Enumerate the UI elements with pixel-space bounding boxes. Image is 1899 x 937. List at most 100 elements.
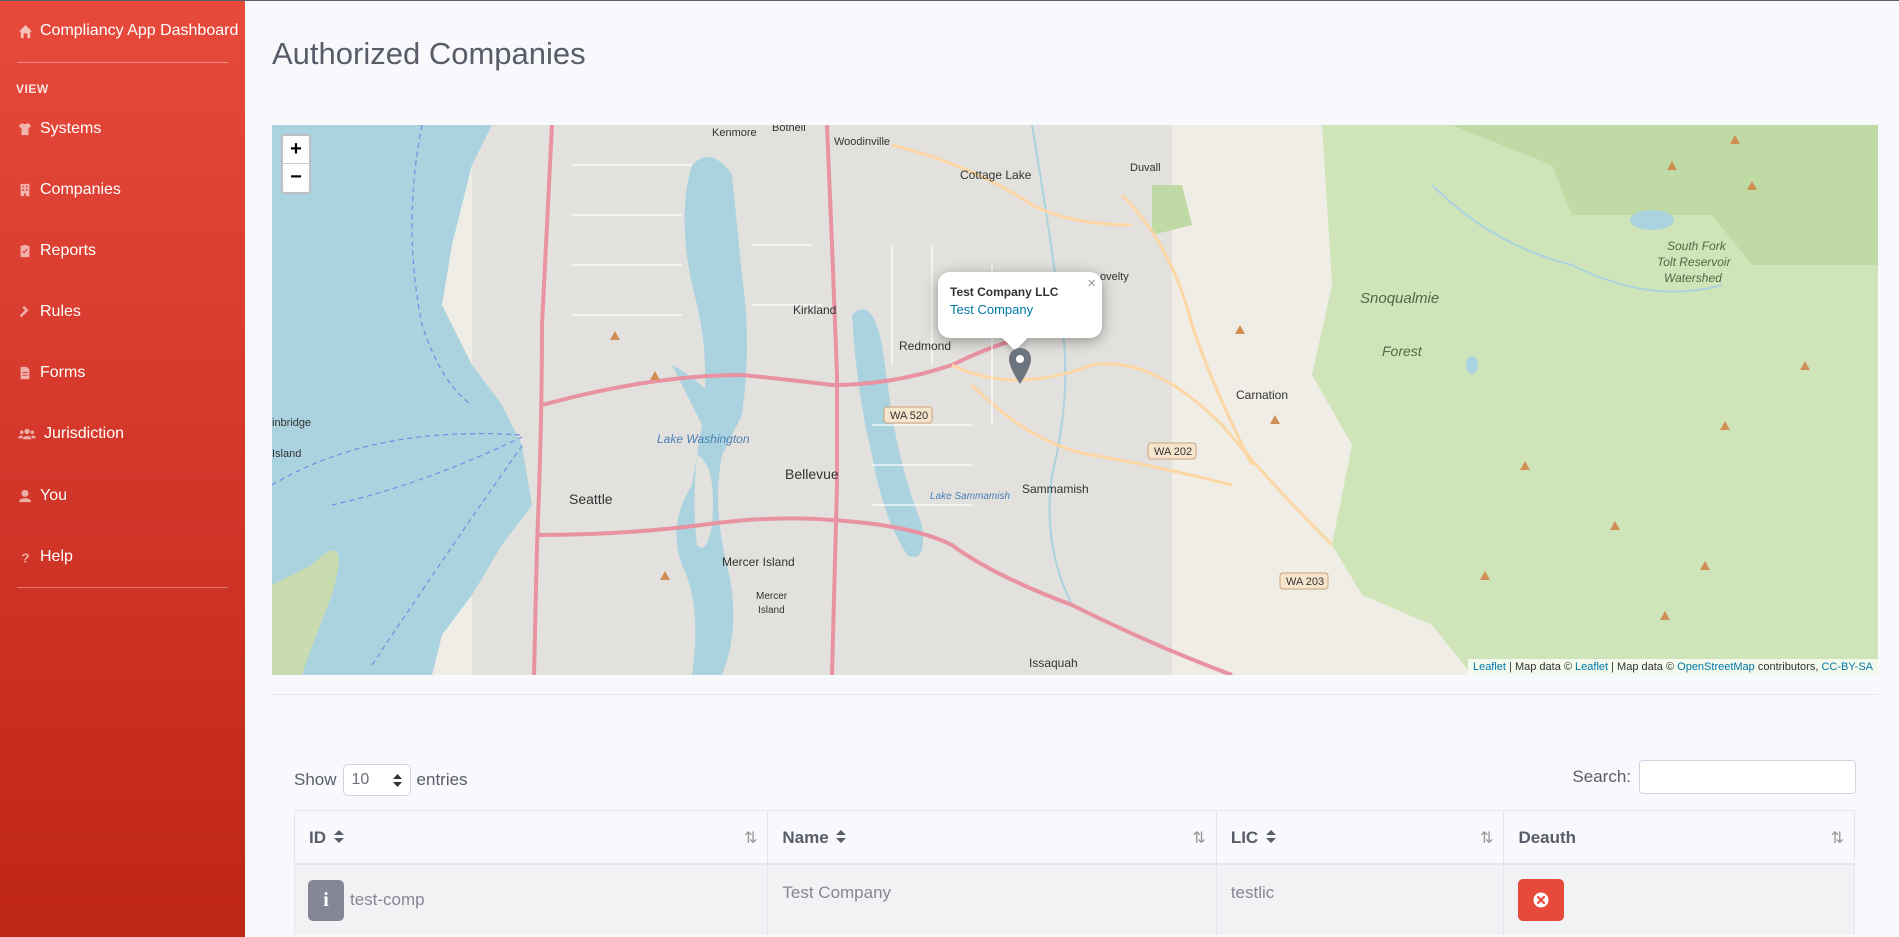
- map-label-redmond: Redmond: [899, 339, 951, 353]
- sidebar-item-label: You: [40, 487, 67, 504]
- table-search: Search:: [1572, 760, 1856, 794]
- popup-close-button[interactable]: ×: [1087, 275, 1096, 292]
- clipboard-check-icon: [20, 244, 30, 258]
- entries-value: 10: [351, 771, 370, 788]
- deauth-button[interactable]: [1518, 879, 1565, 921]
- column-header-name[interactable]: Name ⇅: [768, 811, 1217, 865]
- map-label-tolt-2: Tolt Reservoir: [1657, 255, 1732, 269]
- companies-table: ID ⇅ Name ⇅ LIC ⇅ Deauth ⇅ i test-comp T…: [294, 810, 1855, 935]
- cell-id: i test-comp: [295, 865, 769, 935]
- popup-link[interactable]: Test Company: [950, 302, 1090, 317]
- sidebar-item-help[interactable]: ? Help: [18, 548, 73, 566]
- info-icon: i: [323, 888, 329, 911]
- users-icon: [18, 428, 36, 440]
- column-header-deauth[interactable]: Deauth ⇅: [1504, 811, 1854, 865]
- brand-label: Compliancy App Dashboard: [40, 22, 239, 39]
- map-label-bothell: Bothell: [772, 125, 806, 134]
- show-label: Show: [294, 770, 337, 789]
- cell-deauth: [1504, 865, 1855, 935]
- building-icon: [20, 183, 30, 197]
- map-label-snoqualmie: Snoqualmie: [1360, 290, 1439, 307]
- map-label-mercer-island: Mercer Island: [722, 555, 795, 569]
- map-label-novelty: ovelty: [1100, 271, 1129, 283]
- sort-arrows-icon: ⇅: [1480, 830, 1494, 847]
- sidebar-item-jurisdiction[interactable]: Jurisdiction: [18, 425, 124, 443]
- sidebar-brand[interactable]: Compliancy App Dashboard: [18, 22, 238, 40]
- map-label-wa520: WA 520: [890, 410, 928, 422]
- sidebar-divider: [17, 62, 228, 63]
- sidebar-item-systems[interactable]: Systems: [18, 120, 101, 138]
- map-label-bainbridge-2: Island: [272, 448, 301, 460]
- sidebar-item-label: Companies: [40, 181, 121, 198]
- popup-title: Test Company LLC: [950, 285, 1059, 299]
- map-label-duvall: Duvall: [1130, 162, 1161, 174]
- attribution-osm-link[interactable]: OpenStreetMap: [1677, 661, 1755, 673]
- sidebar: Compliancy App Dashboard VIEW Systems Co…: [0, 0, 245, 937]
- map-label-seattle: Seattle: [569, 491, 613, 507]
- attribution-text-3: contributors,: [1754, 661, 1822, 673]
- sidebar-item-label: Help: [40, 548, 73, 565]
- search-label: Search:: [1572, 767, 1631, 786]
- map-label-bainbridge: inbridge: [272, 417, 311, 429]
- sort-icon: [836, 830, 847, 843]
- map-label-mercer: Mercer: [756, 591, 788, 602]
- search-input[interactable]: [1639, 760, 1856, 794]
- table-row: i test-comp Test Company testlic: [295, 865, 1855, 935]
- map-label-lake-washington: Lake Washington: [657, 432, 750, 446]
- map[interactable]: Seattle Bellevue Kirkland Redmond Sammam…: [272, 125, 1878, 675]
- map-marker-icon[interactable]: [1008, 347, 1032, 385]
- map-label-wa202: WA 202: [1154, 446, 1192, 458]
- map-label-bellevue: Bellevue: [785, 466, 839, 482]
- entries-select[interactable]: 10: [342, 764, 411, 796]
- sidebar-item-label: Reports: [40, 242, 97, 259]
- sidebar-item-forms[interactable]: Forms: [18, 364, 85, 382]
- entries-label: entries: [416, 770, 468, 789]
- info-button[interactable]: i: [308, 879, 344, 921]
- attribution-leaflet-link-2[interactable]: Leaflet: [1575, 661, 1608, 673]
- attribution-leaflet-link[interactable]: Leaflet: [1473, 661, 1506, 673]
- column-label: Deauth: [1518, 828, 1577, 847]
- map-label-forest: Forest: [1382, 343, 1423, 359]
- cell-lic-text: testlic: [1230, 883, 1275, 902]
- sort-arrows-icon: ⇅: [743, 830, 758, 847]
- sidebar-item-label: Rules: [40, 303, 81, 320]
- sidebar-item-reports[interactable]: Reports: [18, 242, 96, 260]
- sidebar-heading: VIEW: [16, 82, 49, 96]
- times-circle-icon: [1533, 892, 1549, 908]
- section-divider: [272, 694, 1878, 695]
- attribution-license-link[interactable]: CC-BY-SA: [1821, 661, 1873, 673]
- cell-name: Test Company: [768, 865, 1217, 935]
- question-icon: ?: [22, 550, 30, 564]
- sidebar-item-you[interactable]: You: [18, 487, 67, 505]
- cell-name-text: Test Company: [782, 883, 892, 902]
- column-header-id[interactable]: ID ⇅: [295, 811, 769, 865]
- zoom-in-button[interactable]: +: [283, 136, 309, 164]
- sort-icon: [1265, 830, 1276, 843]
- map-tiles[interactable]: Seattle Bellevue Kirkland Redmond Sammam…: [272, 125, 1878, 675]
- cell-id-text: test-comp: [350, 890, 425, 909]
- user-icon: [18, 489, 32, 503]
- sort-icon: [333, 830, 344, 843]
- sort-arrows-icon: ⇅: [1192, 830, 1206, 847]
- map-label-issaquah: Issaquah: [1029, 656, 1078, 670]
- map-label-carnation: Carnation: [1236, 388, 1288, 402]
- map-label-island: Island: [758, 605, 785, 616]
- tshirt-icon: [18, 122, 32, 136]
- map-popup: × Test Company LLC Test Company: [938, 272, 1102, 351]
- cell-lic: testlic: [1216, 865, 1505, 935]
- column-label: LIC: [1230, 828, 1259, 847]
- entries-length-control: Show 10 entries: [294, 764, 468, 796]
- sidebar-divider: [17, 587, 228, 588]
- table-header: ID ⇅ Name ⇅ LIC ⇅ Deauth ⇅: [295, 811, 1854, 865]
- gavel-icon: [19, 305, 29, 318]
- column-header-lic[interactable]: LIC ⇅: [1216, 811, 1505, 865]
- attribution-text-2: | Map data ©: [1608, 661, 1678, 673]
- map-attribution: Leaflet | Map data © Leaflet | Map data …: [1467, 659, 1878, 675]
- sidebar-item-companies[interactable]: Companies: [18, 181, 121, 199]
- zoom-out-button[interactable]: −: [283, 164, 309, 192]
- sidebar-item-rules[interactable]: Rules: [18, 303, 81, 321]
- svg-text:?: ?: [22, 550, 30, 564]
- sort-caret-icon: [392, 773, 402, 787]
- home-icon: [18, 24, 33, 38]
- map-label-kirkland: Kirkland: [793, 303, 836, 317]
